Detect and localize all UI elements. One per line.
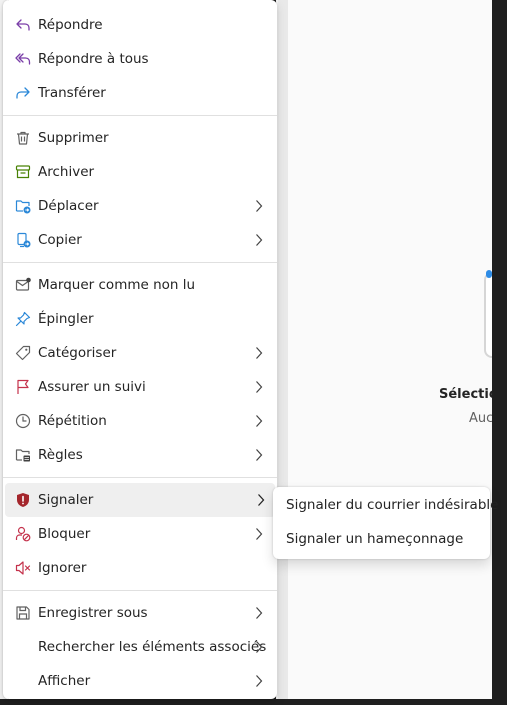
menu-item-categorize[interactable]: Catégoriser [3,336,277,370]
menu-item-label: Déplacer [38,198,99,214]
context-menu: Répondre Répondre à tous Transférer Supp… [3,0,277,699]
menu-item-label: Signaler [38,492,94,508]
menu-item-label: Afficher [38,673,91,689]
chevron-right-icon [255,414,263,428]
mute-icon [15,560,31,576]
menu-item-label: Enregistrer sous [38,605,148,621]
menu-item-label: Bloquer [38,526,91,542]
chevron-right-icon [255,527,263,541]
menu-item-forward[interactable]: Transférer [3,76,277,110]
menu-item-label: Catégoriser [38,345,117,361]
menu-item-label: Rechercher les éléments associés [38,639,267,655]
chevron-right-icon [255,233,263,247]
menu-separator [3,115,277,116]
submenu-item-report-phishing[interactable]: Signaler un hameçonnage [273,522,490,556]
menu-item-delete[interactable]: Supprimer [3,121,277,155]
submenu-item-report-junk[interactable]: Signaler du courrier indésirable [273,488,498,522]
trash-icon [15,130,31,146]
menu-item-report[interactable]: Signaler [5,483,275,517]
submenu-item-label: Signaler du courrier indésirable [286,497,499,513]
menu-item-snooze[interactable]: Répétition [3,404,277,438]
tag-icon [15,345,31,361]
reply-all-icon [15,51,31,67]
menu-item-view[interactable]: Afficher [3,664,277,698]
chevron-right-icon [255,346,263,360]
rules-icon [15,447,31,463]
menu-item-label: Copier [38,232,82,248]
menu-item-label: Supprimer [38,130,109,146]
chevron-right-icon [255,674,263,688]
chevron-right-icon [255,606,263,620]
menu-separator [3,590,277,591]
menu-item-label: Épingler [38,311,94,327]
forward-icon [15,85,31,101]
menu-item-label: Répondre [38,17,103,33]
menu-item-mark-unread[interactable]: Marquer comme non lu [3,268,277,302]
menu-item-rules[interactable]: Règles [3,438,277,472]
menu-item-pin[interactable]: Épingler [3,302,277,336]
menu-item-move[interactable]: Déplacer [3,189,277,223]
shield-report-icon [15,492,31,508]
menu-item-label: Transférer [38,85,106,101]
copy-icon [15,232,31,248]
menu-item-block[interactable]: Bloquer [3,517,277,551]
menu-item-label: Marquer comme non lu [38,277,196,293]
menu-item-ignore[interactable]: Ignorer [3,551,277,585]
mail-unread-icon [15,277,31,293]
block-person-icon [15,526,31,542]
menu-item-label: Règles [38,447,83,463]
pin-icon [15,311,31,327]
menu-item-reply-all[interactable]: Répondre à tous [3,42,277,76]
reading-pane-subtitle: Auc [469,411,492,426]
chevron-right-icon [255,380,263,394]
flag-icon [15,379,31,395]
folder-move-icon [15,198,31,214]
menu-item-label: Archiver [38,164,95,180]
menu-item-find-related[interactable]: Rechercher les éléments associés [3,630,277,664]
window-right-edge [492,0,507,705]
menu-item-copy[interactable]: Copier [3,223,277,257]
chevron-right-icon [255,199,263,213]
submenu-item-label: Signaler un hameçonnage [286,531,464,547]
menu-item-label: Répondre à tous [38,51,149,67]
reading-pane [288,0,492,699]
chevron-right-icon [257,493,265,507]
menu-item-label: Ignorer [38,560,87,576]
menu-separator [3,262,277,263]
menu-item-archive[interactable]: Archiver [3,155,277,189]
reading-pane-title: Sélection [439,387,492,402]
window-bottom-edge [0,699,492,705]
menu-item-label: Répétition [38,413,107,429]
menu-separator [3,477,277,478]
menu-item-follow-up[interactable]: Assurer un suivi [3,370,277,404]
chevron-right-icon [255,448,263,462]
clock-icon [15,413,31,429]
reply-icon [15,17,31,33]
menu-item-label: Assurer un suivi [38,379,146,395]
menu-item-reply[interactable]: Répondre [3,8,277,42]
save-icon [15,605,31,621]
menu-item-save-as[interactable]: Enregistrer sous [3,596,277,630]
report-submenu: Signaler du courrier indésirable Signale… [273,487,498,559]
pane-divider [278,0,288,699]
chevron-right-icon [255,640,263,654]
archive-icon [15,164,31,180]
